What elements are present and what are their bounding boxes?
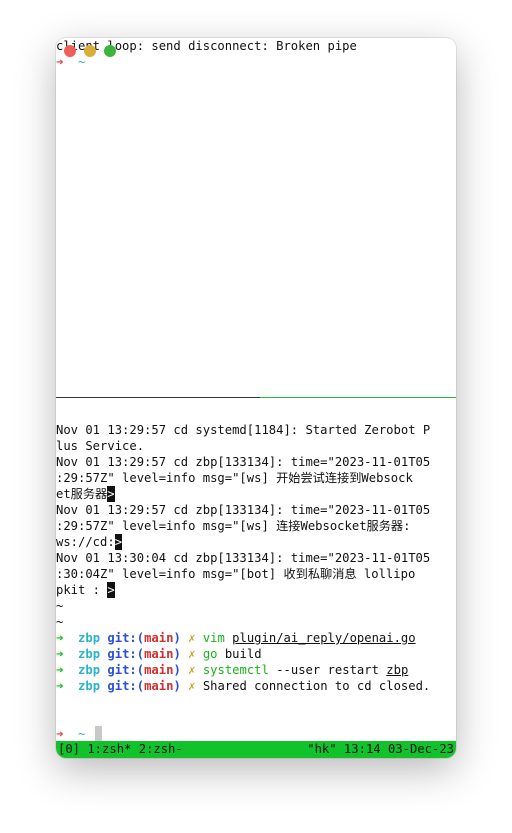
text-cursor xyxy=(95,726,102,742)
top-pane-prompt: ➜ ~ xyxy=(56,54,85,70)
log-line: Nov 01 13:29:57 cd zbp[133134]: time="20… xyxy=(56,455,431,469)
prompt-directory: zbp xyxy=(78,631,101,645)
git-branch: main xyxy=(144,631,174,645)
prompt-arrow-icon: ➜ xyxy=(56,55,64,69)
git-branch: main xyxy=(144,647,174,661)
log-line: et服务器> xyxy=(56,486,115,502)
window-list[interactable]: [0] 1:zsh* 2:zsh- xyxy=(58,741,183,758)
history-line: ➜ zbp git:(main) ✗ systemctl --user rest… xyxy=(56,662,408,678)
git-label-close: ) xyxy=(173,679,181,693)
status-host-time: "hk" 13:14 03-Dec-23 xyxy=(307,742,454,756)
pane-divider-active[interactable] xyxy=(260,397,456,398)
tmux-status-bar: [0] 1:zsh* 2:zsh- "hk" 13:14 03-Dec-23 xyxy=(56,741,456,758)
git-label-close: ) xyxy=(173,631,181,645)
log-line: Nov 01 13:30:04 cd zbp[133134]: time="20… xyxy=(56,551,431,565)
log-line-text: pkit : xyxy=(56,583,108,597)
empty-line-marker: ~ xyxy=(56,599,64,613)
log-line: ws://cd:> xyxy=(56,534,123,550)
command-name: systemctl xyxy=(202,663,269,677)
log-line: :29:57Z" level=info msg="[ws] 连接Websocke… xyxy=(56,519,411,533)
log-line: Nov 01 13:29:57 cd systemd[1184]: Starte… xyxy=(56,423,431,437)
prompt-directory: zbp xyxy=(78,663,101,677)
git-label-close: ) xyxy=(173,647,181,661)
dirty-marker-icon: ✗ xyxy=(188,663,196,677)
log-line: :29:57Z" level=info msg="[ws] 开始尝试连接到Web… xyxy=(56,471,413,485)
history-line: ➜ zbp git:(main) ✗ vim plugin/ai_reply/o… xyxy=(56,630,416,646)
command-output: Shared connection to cd closed. xyxy=(202,679,431,693)
git-label: git:( xyxy=(107,631,145,645)
command-args: --user restart xyxy=(276,663,387,677)
empty-line-marker: ~ xyxy=(56,615,64,629)
git-label: git:( xyxy=(107,679,145,693)
git-branch: main xyxy=(144,679,174,693)
history-line: ➜ zbp git:(main) ✗ go build xyxy=(56,646,262,662)
prompt-arrow-icon: ➜ xyxy=(56,631,64,645)
git-branch: main xyxy=(144,663,174,677)
inverse-char: > xyxy=(114,534,123,550)
pane-divider-inactive[interactable] xyxy=(56,397,260,398)
dirty-marker-icon: ✗ xyxy=(188,631,196,645)
prompt-directory: zbp xyxy=(78,647,101,661)
log-line: Nov 01 13:29:57 cd zbp[133134]: time="20… xyxy=(56,503,431,517)
dirty-marker-icon: ✗ xyxy=(188,679,196,693)
log-line-text: et服务器 xyxy=(56,487,108,501)
inverse-char: > xyxy=(107,486,115,502)
terminal-output-line: client loop: send disconnect: Broken pip… xyxy=(56,39,357,53)
history-line: ➜ zbp git:(main) ✗ Shared connection to … xyxy=(56,678,430,694)
prompt-arrow-icon: ➜ xyxy=(56,679,64,693)
prompt-arrow-icon: ➜ xyxy=(56,663,64,677)
zoom-window-button[interactable] xyxy=(104,45,116,57)
current-prompt[interactable]: ➜ ~ xyxy=(56,726,85,742)
inverse-char: > xyxy=(107,582,115,598)
command-args: plugin/ai_reply/openai.go xyxy=(232,631,416,645)
prompt-arrow-icon: ➜ xyxy=(56,647,64,661)
command-args-target: zbp xyxy=(386,663,409,677)
command-name: vim xyxy=(202,631,225,645)
log-line: :30:04Z" level=info msg="[bot] 收到私聊消息 lo… xyxy=(56,567,416,581)
dirty-marker-icon: ✗ xyxy=(188,647,196,661)
command-name: go xyxy=(202,647,218,661)
command-args: build xyxy=(224,647,262,661)
log-line: lus Service. xyxy=(56,439,145,453)
terminal-window: client loop: send disconnect: Broken pip… xyxy=(56,38,456,758)
log-line-text: ws://cd: xyxy=(56,535,115,549)
log-line: pkit : > xyxy=(56,582,115,598)
prompt-directory: zbp xyxy=(78,679,101,693)
prompt-directory: ~ xyxy=(78,55,86,69)
git-label: git:( xyxy=(107,647,145,661)
minimize-window-button[interactable] xyxy=(84,45,96,57)
git-label: git:( xyxy=(107,663,145,677)
prompt-arrow-icon: ➜ xyxy=(56,727,64,741)
prompt-directory: ~ xyxy=(78,727,86,741)
git-label-close: ) xyxy=(173,663,181,677)
